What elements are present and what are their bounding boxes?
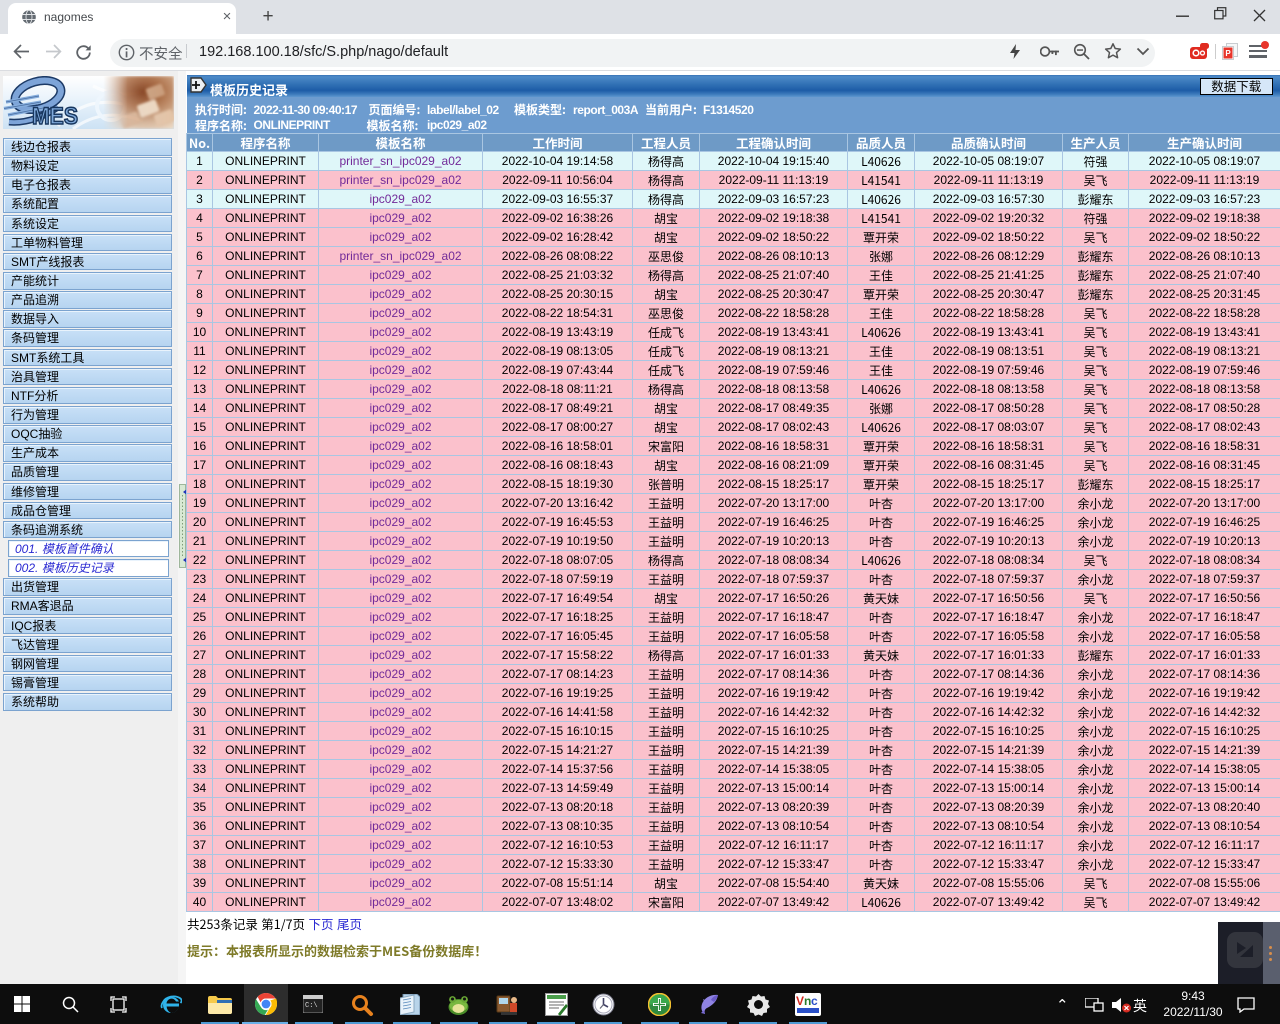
svg-text:P: P	[1225, 49, 1231, 58]
svg-text:C:\: C:\	[305, 1002, 318, 1010]
svg-text:MES: MES	[32, 103, 78, 129]
svg-text:V: V	[796, 994, 804, 1008]
svg-text:c: c	[811, 994, 818, 1008]
